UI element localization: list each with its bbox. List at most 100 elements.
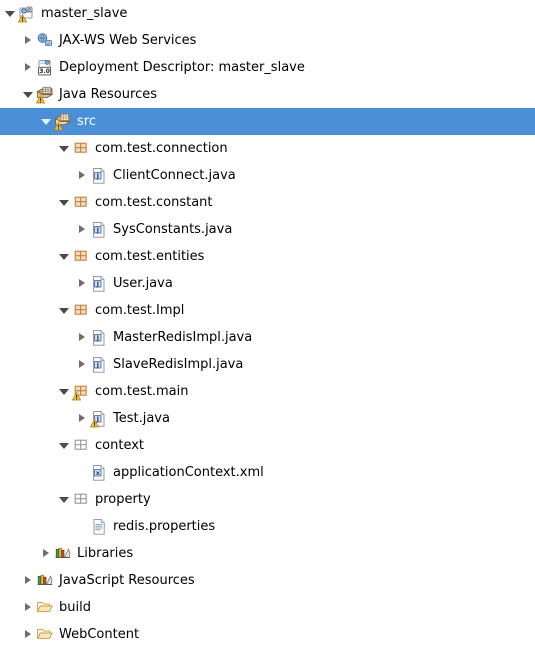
xml-file-icon: x: [90, 464, 108, 482]
project-explorer-tree[interactable]: master_slave JAX-WS Web Services 3.0 Deploy…: [0, 0, 535, 648]
tree-item-user-java[interactable]: J User.java: [0, 270, 535, 297]
tree-item-label: applicationContext.xml: [113, 464, 264, 480]
twisty-collapsed[interactable]: [74, 216, 90, 243]
package-icon: [72, 302, 90, 320]
twisty-collapsed[interactable]: [74, 162, 90, 189]
tree-item-label: JAX-WS Web Services: [59, 32, 197, 48]
tree-item-label: master_slave: [41, 5, 128, 21]
twisty-collapsed[interactable]: [38, 540, 54, 567]
twisty-expanded[interactable]: [56, 297, 72, 324]
tree-item-test-java[interactable]: J Test.java: [0, 405, 535, 432]
tree-item-javascript-resources[interactable]: JavaScript Resources: [0, 567, 535, 594]
twisty-expanded[interactable]: [56, 189, 72, 216]
svg-text:J: J: [96, 279, 99, 287]
svg-text:3.0: 3.0: [39, 68, 50, 75]
tree-item-clientconnect-java[interactable]: J ClientConnect.java: [0, 162, 535, 189]
svg-text:J: J: [96, 171, 99, 179]
twisty-expanded[interactable]: [56, 243, 72, 270]
tree-item-com-test-constant[interactable]: com.test.constant: [0, 189, 535, 216]
twisty-collapsed[interactable]: [20, 54, 36, 81]
java-file-icon: J: [90, 167, 108, 185]
tree-item-label: SysConstants.java: [113, 221, 233, 237]
libraries-icon: [54, 545, 72, 563]
twisty-collapsed[interactable]: [20, 567, 36, 594]
twisty-collapsed[interactable]: [74, 405, 90, 432]
package-icon: [72, 140, 90, 158]
tree-item-label: Java Resources: [59, 86, 157, 102]
tree-item-label: com.test.main: [95, 383, 189, 399]
twisty-collapsed[interactable]: [74, 351, 90, 378]
twisty-none: [74, 513, 90, 540]
tree-item-com-test-connection[interactable]: com.test.connection: [0, 135, 535, 162]
java-web-project-icon: [18, 5, 36, 23]
java-resources-icon: [36, 86, 54, 104]
tree-item-label: property: [95, 491, 151, 507]
twisty-collapsed[interactable]: [74, 324, 90, 351]
tree-item-com-test-main[interactable]: com.test.main: [0, 378, 535, 405]
tree-item-label: SlaveRedisImpl.java: [113, 356, 244, 372]
tree-item-redis-properties[interactable]: redis.properties: [0, 513, 535, 540]
twisty-collapsed[interactable]: [74, 270, 90, 297]
tree-item-label: MasterRedisImpl.java: [113, 329, 253, 345]
twisty-expanded[interactable]: [56, 432, 72, 459]
tree-item-applicationcontext-xml[interactable]: x applicationContext.xml: [0, 459, 535, 486]
package-icon: [72, 248, 90, 266]
package-icon: [72, 383, 90, 401]
tree-item-com-test-impl[interactable]: com.test.Impl: [0, 297, 535, 324]
java-file-icon: J: [90, 329, 108, 347]
twisty-collapsed[interactable]: [20, 621, 36, 648]
folder-icon: [36, 599, 54, 617]
tree-item-label: com.test.constant: [95, 194, 213, 210]
tree-item-label: ClientConnect.java: [113, 167, 236, 183]
twisty-expanded[interactable]: [56, 135, 72, 162]
tree-item-com-test-entities[interactable]: com.test.entities: [0, 243, 535, 270]
empty-package-icon: [72, 491, 90, 509]
tree-item-slaveredisimpl-java[interactable]: J SlaveRedisImpl.java: [0, 351, 535, 378]
tree-item-sysconstants-java[interactable]: J SysConstants.java: [0, 216, 535, 243]
properties-file-icon: [90, 518, 108, 536]
tree-item-libraries[interactable]: Libraries: [0, 540, 535, 567]
twisty-expanded[interactable]: [38, 108, 54, 135]
tree-item-master-slave[interactable]: master_slave: [0, 0, 535, 27]
tree-item-label: Deployment Descriptor: master_slave: [59, 59, 305, 75]
libraries-icon: [36, 572, 54, 590]
twisty-expanded[interactable]: [2, 0, 18, 27]
tree-item-label: JavaScript Resources: [59, 572, 195, 588]
svg-text:J: J: [96, 333, 99, 341]
twisty-expanded[interactable]: [56, 378, 72, 405]
tree-item-property[interactable]: property: [0, 486, 535, 513]
twisty-expanded[interactable]: [20, 81, 36, 108]
java-file-icon: J: [90, 410, 108, 428]
folder-icon: [36, 626, 54, 644]
tree-item-label: com.test.entities: [95, 248, 205, 264]
tree-item-build[interactable]: build: [0, 594, 535, 621]
tree-item-webcontent[interactable]: WebContent: [0, 621, 535, 648]
tree-item-jax-ws-web-services[interactable]: JAX-WS Web Services: [0, 27, 535, 54]
svg-text:J: J: [96, 360, 99, 368]
tree-item-java-resources[interactable]: Java Resources: [0, 81, 535, 108]
tree-item-deployment-descriptor-master-slave[interactable]: 3.0 Deployment Descriptor: master_slave: [0, 54, 535, 81]
twisty-expanded[interactable]: [56, 486, 72, 513]
tree-item-label: WebContent: [59, 626, 140, 642]
tree-item-masterredisimpl-java[interactable]: J MasterRedisImpl.java: [0, 324, 535, 351]
tree-item-context[interactable]: context: [0, 432, 535, 459]
jax-ws-icon: [36, 32, 54, 50]
tree-item-src[interactable]: src: [0, 108, 535, 135]
twisty-collapsed[interactable]: [20, 594, 36, 621]
twisty-collapsed[interactable]: [20, 27, 36, 54]
tree-item-label: redis.properties: [113, 518, 216, 534]
java-file-icon: J: [90, 221, 108, 239]
tree-item-label: Test.java: [113, 410, 170, 426]
